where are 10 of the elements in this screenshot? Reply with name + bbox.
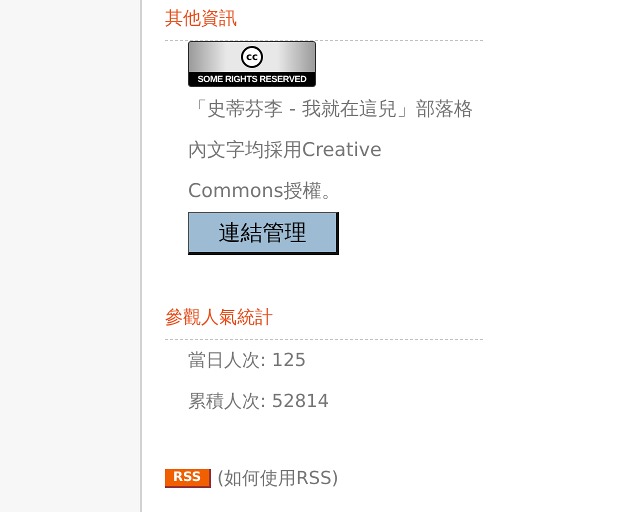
badge-caption: SOME RIGHTS RESERVED	[189, 72, 315, 86]
license-text: 「史蒂芬李 - 我就在這兒」部落格內文字均採用Creative Commons授權。	[188, 97, 474, 204]
section-heading: 參觀人氣統計	[165, 306, 274, 330]
stat-line: 當日人次: 125	[188, 349, 308, 373]
license-badge[interactable]: cc SOME RIGHTS RESERVED	[188, 41, 316, 87]
rss-help-link[interactable]: (如何使用RSS)	[217, 466, 339, 490]
stat-line: 累積人次: 52814	[188, 390, 330, 414]
section-heading: 其他資訊	[165, 7, 238, 31]
cc-symbol: cc	[241, 46, 263, 68]
link-manage-button[interactable]: 連結管理	[188, 212, 339, 255]
